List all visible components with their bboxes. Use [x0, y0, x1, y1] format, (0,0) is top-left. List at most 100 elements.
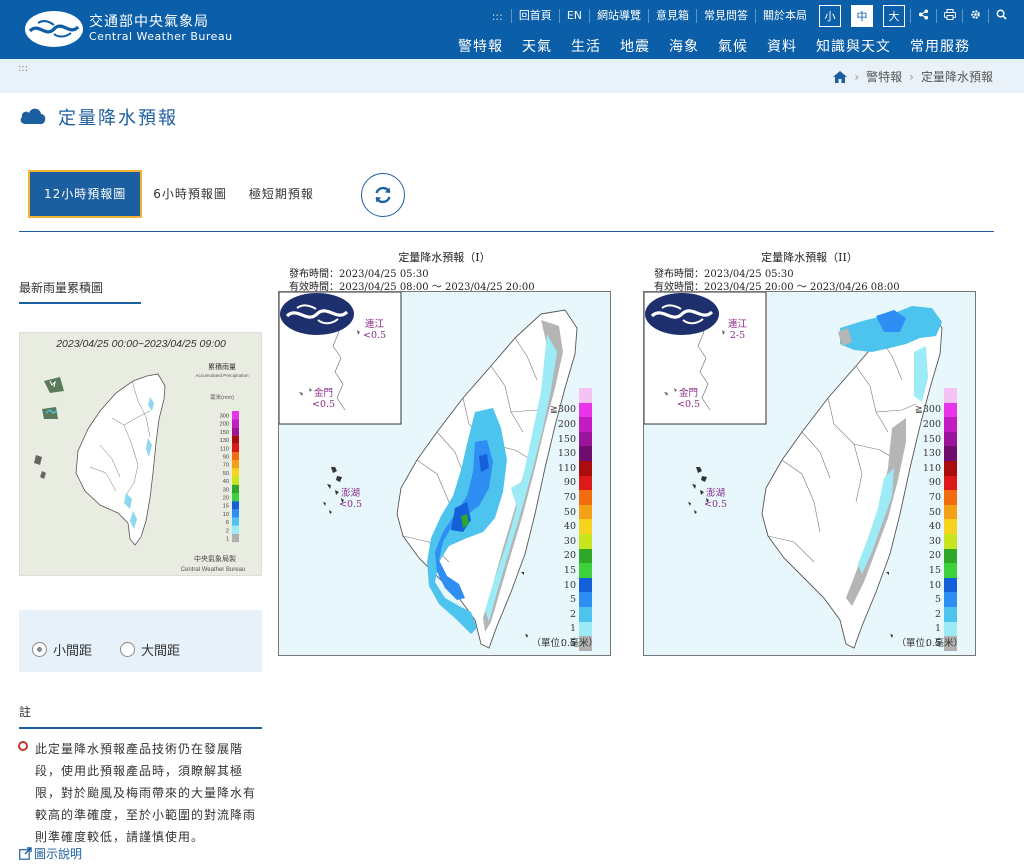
legend-label: 10: [928, 579, 941, 591]
legend-explanation-link[interactable]: 圖示說明: [19, 845, 82, 862]
legend-row: ≧300: [549, 402, 592, 418]
print-icon[interactable]: [936, 9, 962, 23]
breadcrumb-warnings[interactable]: 警特報: [866, 68, 902, 85]
mini-legend-swatch: [232, 419, 239, 428]
site-name-zh[interactable]: 交通部中央氣象局: [89, 11, 209, 31]
forecast-2-matsu-name: 連江: [728, 319, 748, 330]
about-link[interactable]: 關於本局: [755, 9, 814, 23]
legend-swatch: [579, 533, 592, 549]
legend-label: 200: [922, 418, 941, 430]
share-icon[interactable]: [910, 9, 936, 23]
legend-row: 30: [915, 533, 957, 549]
legend-swatch: [944, 519, 957, 534]
mini-legend-label: 200: [220, 422, 229, 428]
content-dots[interactable]: :::: [18, 63, 28, 74]
legend-label: 30: [928, 535, 941, 547]
nav-knowledge[interactable]: 知識與天文: [816, 36, 891, 56]
forecast-1-matsu-value: <0.5: [363, 330, 387, 341]
note-text: 此定量降水預報產品技術仍在發展階段，使用此預報產品時，須瞭解其極限，對於颱風及梅…: [35, 742, 257, 844]
nav-earthquake[interactable]: 地震: [620, 36, 650, 56]
forecast-1-kinmen: 金門 <0.5: [312, 388, 335, 410]
cloud-icon: [20, 108, 46, 124]
nav-life[interactable]: 生活: [571, 36, 601, 56]
legend-row: 20: [550, 548, 592, 564]
accesskey-dots[interactable]: :::: [484, 10, 511, 23]
forecast-map-2[interactable]: 定量降水預報（II） 發布時間：2023/04/25 05:30 有效時間：20…: [642, 246, 977, 657]
legend-label: 130: [922, 448, 941, 460]
legend-swatch: [579, 460, 592, 476]
legend-row: 1: [550, 621, 592, 637]
legend-label: 70: [928, 491, 941, 503]
forecast-2-kinmen: 金門 <0.5: [677, 388, 700, 410]
interval-large-radio[interactable]: [120, 642, 135, 657]
legend-swatch: [944, 475, 957, 491]
legend-swatch: [944, 388, 957, 403]
note-underline: [19, 727, 262, 729]
sidebar-title: 最新雨量累積圖: [19, 281, 104, 295]
interval-large-label: 大間距: [141, 644, 181, 659]
legend-row: 110: [915, 460, 957, 476]
legend-swatch: [579, 475, 592, 491]
tab-12hr[interactable]: 12小時預報圖: [28, 170, 143, 218]
breadcrumb: › 警特報 › 定量降水預報: [833, 68, 993, 85]
nav-warnings[interactable]: 警特報: [458, 36, 503, 56]
accumulated-rain-map[interactable]: 2023/04/25 00:00~2023/04/25 09:00 累積雨量 A…: [19, 332, 262, 576]
legend-label: 20: [563, 550, 576, 562]
english-link[interactable]: EN: [558, 9, 589, 23]
legend-row: 70: [550, 490, 592, 505]
nav-climate[interactable]: 氣候: [718, 36, 748, 56]
legend-swatch: [944, 490, 957, 505]
faq-link[interactable]: 常見問答: [696, 9, 755, 23]
interval-small-option[interactable]: 小間距: [32, 640, 92, 659]
accumulated-footer-zh: 中央氣象局製: [194, 554, 236, 563]
home-icon[interactable]: [833, 70, 848, 83]
forecast-1-unit: （單位：毫米）: [531, 638, 598, 649]
site-name-en[interactable]: Central Weather Bureau: [89, 30, 233, 43]
tab-nowcast[interactable]: 極短期預報: [238, 170, 325, 218]
legend-row: 10: [550, 577, 592, 593]
mini-legend-swatch: [232, 427, 239, 436]
feedback-link[interactable]: 意見箱: [648, 9, 696, 23]
interval-small-radio[interactable]: [32, 642, 47, 657]
gear-icon[interactable]: [962, 9, 988, 23]
font-size-small-button[interactable]: 小: [819, 5, 841, 27]
legend-label: ≧300: [549, 404, 576, 416]
tab-6hr[interactable]: 6小時預報圖: [142, 170, 238, 218]
nav-services[interactable]: 常用服務: [910, 36, 970, 56]
nav-marine[interactable]: 海象: [669, 36, 699, 56]
search-icon[interactable]: [988, 9, 1014, 23]
legend-row: 15: [550, 563, 592, 578]
legend-swatch: [579, 504, 592, 520]
interval-large-option[interactable]: 大間距: [120, 640, 180, 659]
nav-data[interactable]: 資料: [767, 36, 797, 56]
forecast-1-kinmen-name: 金門: [314, 388, 334, 399]
sidebar-title-underline: [19, 302, 141, 304]
legend-label: 15: [563, 564, 576, 576]
legend-swatch: [944, 577, 957, 593]
mini-legend-swatch: [232, 435, 239, 444]
legend-row: [915, 388, 957, 403]
mini-legend-swatch: [232, 476, 239, 485]
legend-swatch: [944, 402, 957, 418]
breadcrumb-current: 定量降水預報: [920, 70, 993, 84]
legend-row: 150: [550, 431, 592, 447]
breadcrumb-separator: ›: [854, 69, 860, 84]
nav-weather[interactable]: 天氣: [522, 36, 552, 56]
accumulated-date-range: 2023/04/25 00:00~2023/04/25 09:00: [55, 338, 226, 350]
legend-row: 2: [915, 606, 957, 622]
forecast-1-kinmen-value: <0.5: [312, 399, 336, 410]
font-size-large-button[interactable]: 大: [883, 5, 905, 27]
refresh-button[interactable]: [361, 173, 405, 217]
font-size-medium-button[interactable]: 中: [851, 5, 873, 27]
mini-legend-swatch: [232, 509, 239, 518]
mini-legend-label: 300: [220, 414, 229, 420]
mini-legend-swatch: [232, 484, 239, 493]
legend-row: 130: [550, 446, 592, 461]
forecast-map-1[interactable]: 定量降水預報（I） 發布時間：2023/04/25 05:30 有效時間：202…: [277, 246, 612, 657]
cwb-logo-icon[interactable]: [24, 10, 84, 48]
mini-legend-swatch: [232, 501, 239, 510]
home-link[interactable]: 回首頁: [510, 9, 559, 23]
sitemap-link[interactable]: 網站導覽: [589, 9, 648, 23]
forecast-1-matsu: 連江 <0.5: [363, 319, 386, 341]
legend-label: ≧300: [914, 404, 941, 416]
